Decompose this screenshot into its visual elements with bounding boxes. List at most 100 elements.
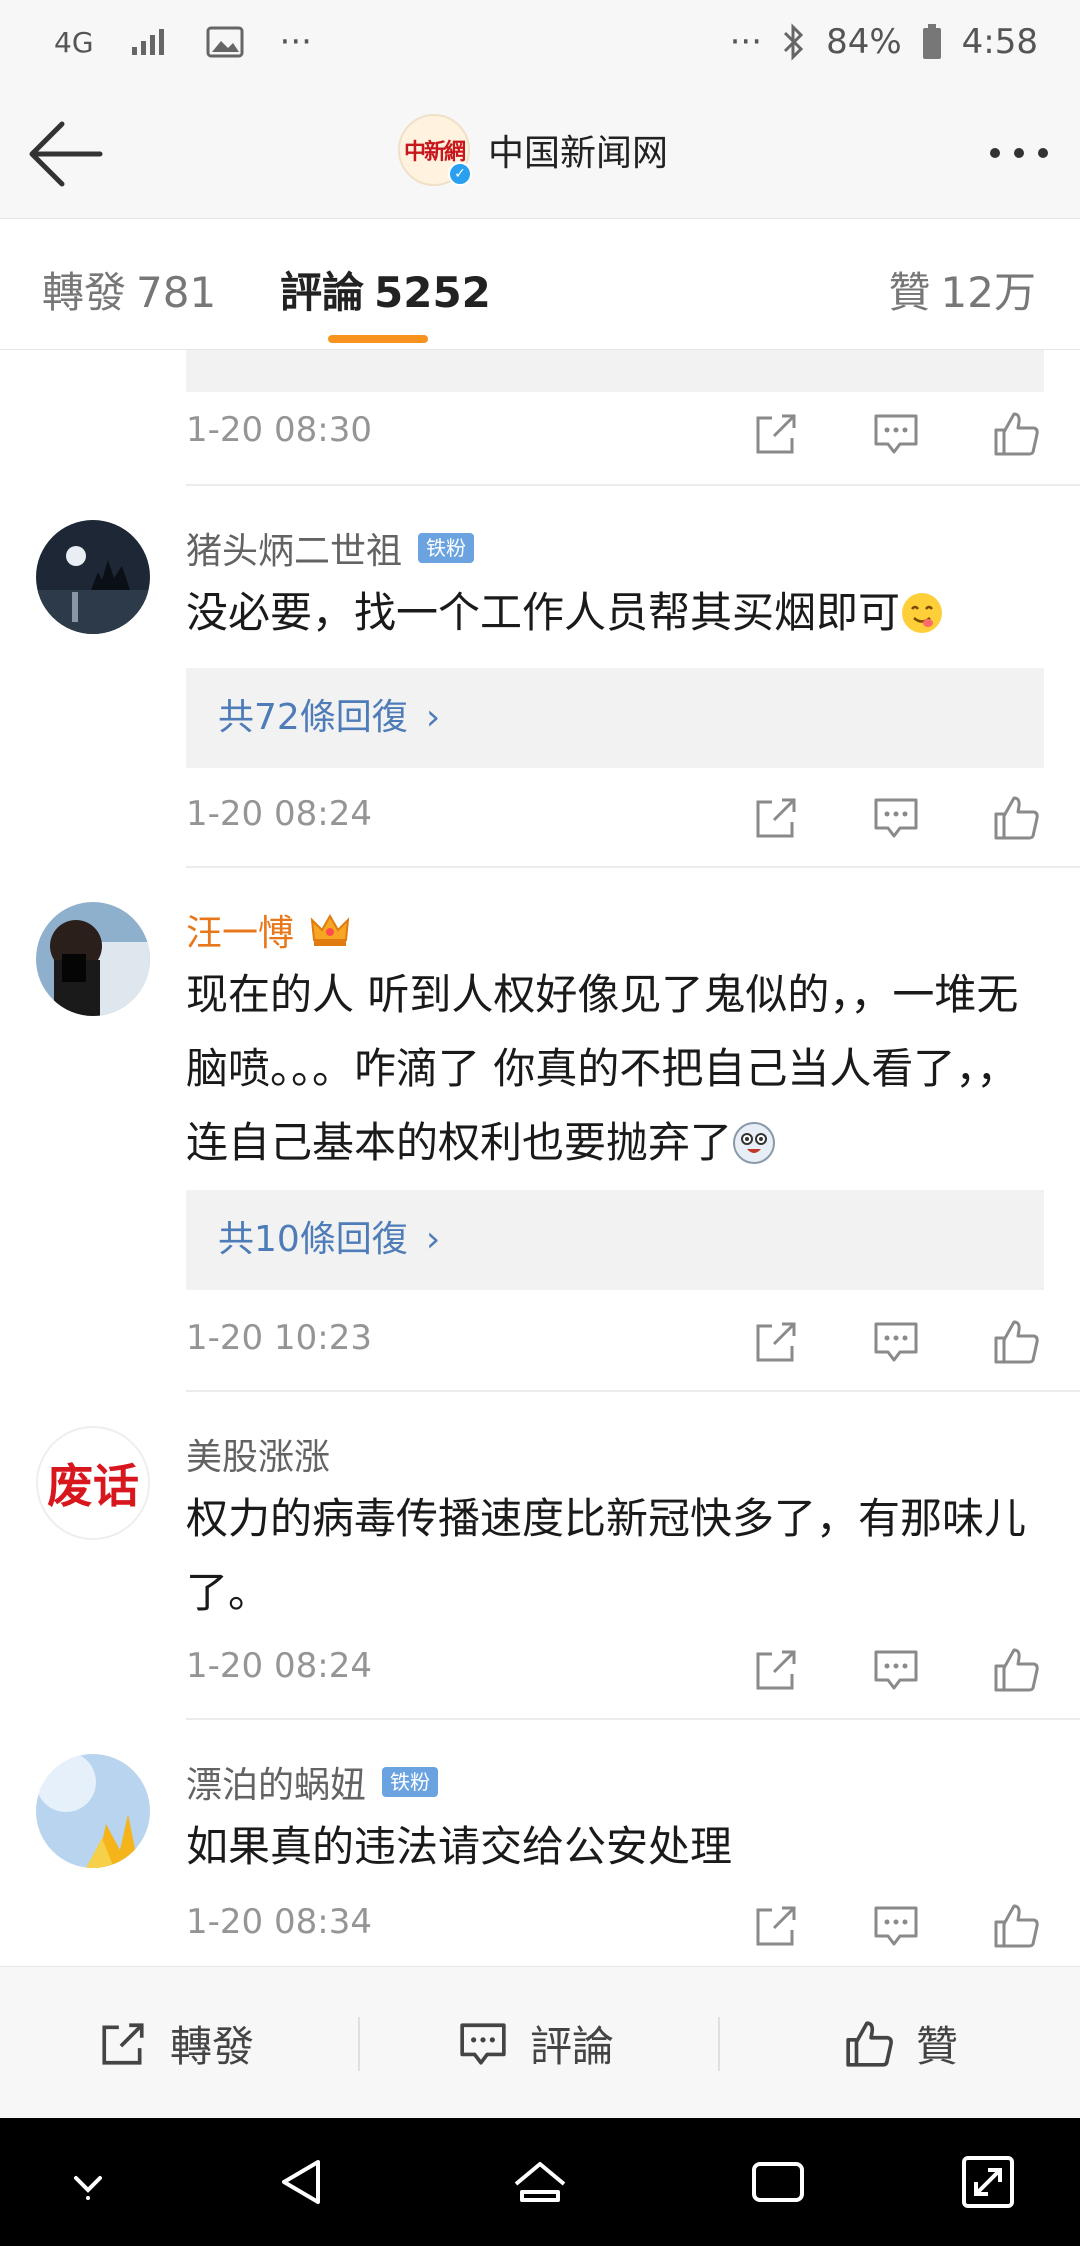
comment-username[interactable]: 美股涨涨: [186, 1428, 330, 1480]
crazy-emoji-icon: [733, 1122, 776, 1164]
comment-icon[interactable]: [872, 1318, 920, 1366]
tab-comments[interactable]: 評論 5252: [280, 259, 491, 320]
repost-icon: [102, 2022, 144, 2065]
bottom-action-bar: 轉發 評論 贊: [0, 1966, 1080, 2118]
account-logo: 中新網: [403, 139, 466, 165]
comment-body: 权力的病毒传播速度比新冠快多了，有那味儿了。: [186, 1494, 1027, 1617]
back-arrow-icon[interactable]: [28, 118, 104, 190]
avatar[interactable]: [36, 902, 150, 1016]
status-overflow: ···: [279, 22, 312, 62]
comment-username[interactable]: 汪一愽: [186, 904, 350, 956]
like-icon: [846, 2020, 893, 2067]
comment-actions: [752, 410, 1040, 458]
comment-list[interactable]: 1-20 08:30 猪头炳二世祖 铁粉 没必要，找一个工作人员帮其买烟即可 共…: [0, 350, 1080, 1966]
comment-time: 1-20 08:24: [186, 794, 372, 834]
reply-preview-remnant: [186, 350, 1044, 392]
comment-icon[interactable]: [872, 410, 920, 458]
chevron-right-icon: ›: [425, 697, 441, 738]
verified-badge-icon: ✓: [448, 162, 472, 186]
crown-badge-icon: [310, 913, 350, 946]
tab-likes[interactable]: 贊 12万: [889, 259, 1036, 320]
username-text: 汪一愽: [186, 913, 295, 954]
battery-icon: [922, 24, 941, 59]
divider: [186, 484, 1080, 486]
divider: [186, 1718, 1080, 1720]
comment-body: 如果真的违法请交给公安处理: [186, 1822, 733, 1871]
account-name: 中国新闻网: [488, 133, 669, 174]
comment-actions: [752, 1902, 1040, 1950]
repost-label: 轉發: [170, 2022, 255, 2071]
view-replies-link[interactable]: 共72條回復 ›: [186, 668, 1044, 768]
comment-text: 权力的病毒传播速度比新冠快多了，有那味儿了。: [186, 1482, 1046, 1630]
recent-apps-icon[interactable]: [746, 2150, 810, 2214]
comment-username[interactable]: 猪头炳二世祖 铁粉: [186, 522, 475, 574]
account-title[interactable]: 中新網 ✓ 中国新闻网: [398, 114, 668, 186]
divider: [186, 1390, 1080, 1392]
comment-time: 1-20 08:34: [186, 1902, 372, 1942]
like-icon[interactable]: [992, 1902, 1040, 1950]
expand-icon[interactable]: [956, 2150, 1020, 2214]
replies-count: 共72條回復: [218, 697, 408, 738]
status-overflow-right: ···: [729, 22, 763, 62]
more-options-icon[interactable]: [990, 148, 1048, 158]
system-navigation-bar: [0, 2118, 1080, 2246]
avatar[interactable]: [36, 520, 150, 634]
comment-button[interactable]: 評論: [458, 2013, 614, 2074]
avatar-text: 废话: [47, 1459, 139, 1513]
hide-keyboard-icon[interactable]: [56, 2150, 120, 2214]
chevron-right-icon: ›: [425, 1219, 441, 1260]
comment-text: 现在的人 听到人权好像见了鬼似的，，一堆无脑喷。。。咋滴了 你真的不把自己当人看…: [186, 958, 1046, 1180]
avatar[interactable]: [36, 1754, 150, 1868]
image-icon: [206, 26, 244, 58]
bluetooth-icon: [784, 23, 804, 61]
comment-icon[interactable]: [872, 1646, 920, 1694]
fan-badge: 铁粉: [382, 1767, 439, 1797]
signal-icon: [131, 29, 164, 55]
comment-username[interactable]: 漂泊的蜗妞 铁粉: [186, 1756, 439, 1808]
repost-icon[interactable]: [752, 1902, 800, 1950]
tab-comments-label: 評論: [280, 268, 365, 317]
comment-actions: [752, 1646, 1040, 1694]
username-text: 漂泊的蜗妞: [186, 1765, 367, 1806]
tab-comments-count: 5252: [374, 268, 491, 317]
repost-icon[interactable]: [752, 1318, 800, 1366]
comment-body: 现在的人 听到人权好像见了鬼似的，，一堆无脑喷。。。咋滴了 你真的不把自己当人看…: [186, 970, 1019, 1167]
back-nav-icon[interactable]: [270, 2150, 334, 2214]
comment-time: 1-20 08:30: [186, 410, 372, 450]
repost-icon[interactable]: [752, 1646, 800, 1694]
app-header: 中新網 ✓ 中国新闻网: [0, 90, 1080, 218]
like-icon[interactable]: [992, 794, 1040, 842]
yummy-emoji-icon: [902, 593, 943, 633]
like-icon[interactable]: [992, 1646, 1040, 1694]
tab-reposts[interactable]: 轉發 781: [42, 259, 216, 320]
replies-count: 共10條回復: [218, 1219, 408, 1260]
active-tab-indicator: [328, 335, 428, 343]
repost-button[interactable]: 轉發: [98, 2013, 254, 2074]
avatar[interactable]: 废话: [36, 1426, 150, 1540]
comment-actions: [752, 1318, 1040, 1366]
like-button[interactable]: 贊: [844, 2013, 958, 2074]
repost-icon[interactable]: [752, 410, 800, 458]
comment-text: 如果真的违法请交给公安处理: [186, 1810, 1046, 1884]
clock: 4:58: [961, 22, 1038, 62]
view-replies-link[interactable]: 共10條回復 ›: [186, 1190, 1044, 1290]
account-avatar: 中新網 ✓: [398, 114, 472, 186]
like-icon[interactable]: [992, 1318, 1040, 1366]
comment-icon: [460, 2022, 506, 2065]
battery-percent: 84%: [826, 22, 902, 62]
comment-icon[interactable]: [872, 794, 920, 842]
comment-icon[interactable]: [872, 1902, 920, 1950]
divider: [186, 866, 1080, 868]
network-indicator: 4G: [54, 25, 94, 59]
like-label: 贊: [916, 2022, 959, 2071]
home-nav-icon[interactable]: [508, 2150, 572, 2214]
fan-badge: 铁粉: [418, 533, 475, 563]
comment-text: 没必要，找一个工作人员帮其买烟即可: [186, 576, 1046, 650]
divider: [718, 2017, 720, 2071]
repost-icon[interactable]: [752, 794, 800, 842]
tab-reposts-label: 轉發: [42, 268, 127, 317]
username-text: 猪头炳二世祖: [186, 531, 403, 572]
divider: [358, 2017, 360, 2071]
comment-time: 1-20 10:23: [186, 1318, 372, 1358]
like-icon[interactable]: [992, 410, 1040, 458]
